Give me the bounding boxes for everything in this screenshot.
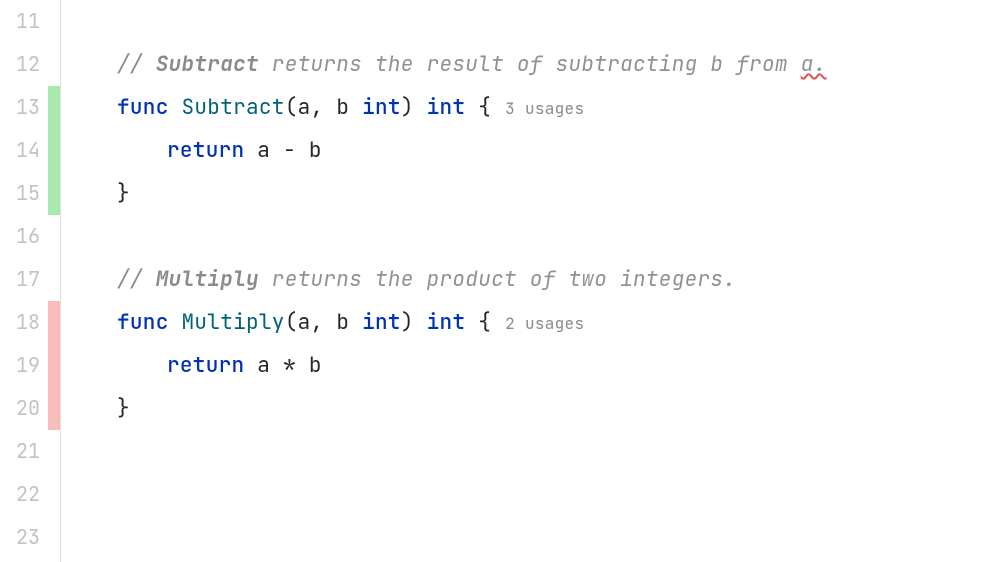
type-int: int: [362, 309, 401, 336]
line-number[interactable]: 18: [0, 301, 40, 344]
code-text-area[interactable]: // Subtract returns the result of subtra…: [60, 0, 1000, 562]
comment-token: //: [117, 266, 156, 293]
expression: a * b: [244, 352, 321, 379]
usages-inlay-hint[interactable]: 3 usages: [505, 98, 584, 119]
line-number-gutter: 11 12 13 14 15 16 17 18 19 20 21 22 23: [0, 0, 48, 562]
code-line[interactable]: }: [117, 387, 1000, 430]
line-number[interactable]: 12: [0, 43, 40, 86]
param-identifiers: a, b: [298, 94, 363, 121]
line-number[interactable]: 11: [0, 0, 40, 43]
spell-warning-underline[interactable]: a.: [801, 51, 827, 78]
keyword-return: return: [167, 352, 244, 379]
gutter-mark-empty: [48, 215, 60, 258]
code-line[interactable]: [117, 516, 1000, 559]
vcs-added-marker[interactable]: [48, 172, 60, 215]
line-number[interactable]: 15: [0, 172, 40, 215]
line-number[interactable]: 19: [0, 344, 40, 387]
vcs-added-marker[interactable]: [48, 86, 60, 129]
brace-open: {: [465, 309, 491, 336]
line-number[interactable]: 22: [0, 473, 40, 516]
code-line[interactable]: [117, 473, 1000, 516]
paren-open: (: [285, 309, 298, 336]
usages-inlay-hint[interactable]: 2 usages: [505, 313, 584, 334]
keyword-return: return: [167, 137, 244, 164]
line-number[interactable]: 21: [0, 430, 40, 473]
return-type: int: [427, 309, 466, 336]
line-number[interactable]: 16: [0, 215, 40, 258]
code-line[interactable]: // Multiply returns the product of two i…: [117, 258, 1000, 301]
line-number[interactable]: 20: [0, 387, 40, 430]
return-type: int: [427, 94, 466, 121]
type-int: int: [362, 94, 401, 121]
change-marker-gutter: [48, 0, 60, 562]
line-number[interactable]: 23: [0, 516, 40, 559]
doc-comment-name: Multiply: [156, 266, 259, 293]
brace-close: }: [117, 180, 130, 207]
comment-token: //: [117, 51, 156, 78]
expression: a - b: [244, 137, 321, 164]
code-line[interactable]: [117, 215, 1000, 258]
code-line[interactable]: [117, 0, 1000, 43]
code-line[interactable]: func Subtract(a, b int) int {3 usages: [117, 86, 1000, 129]
gutter-mark-empty: [48, 430, 60, 473]
gutter-mark-empty: [48, 258, 60, 301]
keyword-func: func: [117, 94, 169, 121]
code-line[interactable]: }: [117, 172, 1000, 215]
vcs-deleted-marker[interactable]: [48, 301, 60, 344]
vcs-deleted-marker[interactable]: [48, 387, 60, 430]
gutter-mark-empty: [48, 0, 60, 43]
line-number[interactable]: 13: [0, 86, 40, 129]
paren-close: ): [401, 309, 427, 336]
brace-close: }: [117, 395, 130, 422]
code-editor: 11 12 13 14 15 16 17 18 19 20 21 22 23 /…: [0, 0, 1000, 562]
gutter-mark-empty: [48, 43, 60, 86]
line-number[interactable]: 14: [0, 129, 40, 172]
doc-comment-name: Subtract: [156, 51, 259, 78]
param-identifiers: a, b: [298, 309, 363, 336]
code-line[interactable]: func Multiply(a, b int) int {2 usages: [117, 301, 1000, 344]
function-identifier[interactable]: Multiply: [169, 309, 285, 336]
vcs-added-marker[interactable]: [48, 129, 60, 172]
paren-close: ): [401, 94, 427, 121]
gutter-mark-empty: [48, 473, 60, 516]
line-number[interactable]: 17: [0, 258, 40, 301]
code-line[interactable]: return a * b: [117, 344, 1000, 387]
paren-open: (: [285, 94, 298, 121]
code-line[interactable]: return a - b: [117, 129, 1000, 172]
function-identifier[interactable]: Subtract: [169, 94, 285, 121]
comment-text: returns the result of subtracting b from: [259, 51, 801, 78]
keyword-func: func: [117, 309, 169, 336]
code-line[interactable]: // Subtract returns the result of subtra…: [117, 43, 1000, 86]
brace-open: {: [465, 94, 491, 121]
vcs-deleted-marker[interactable]: [48, 344, 60, 387]
comment-text: returns the product of two integers.: [259, 266, 736, 293]
gutter-mark-empty: [48, 516, 60, 559]
code-line[interactable]: [117, 430, 1000, 473]
